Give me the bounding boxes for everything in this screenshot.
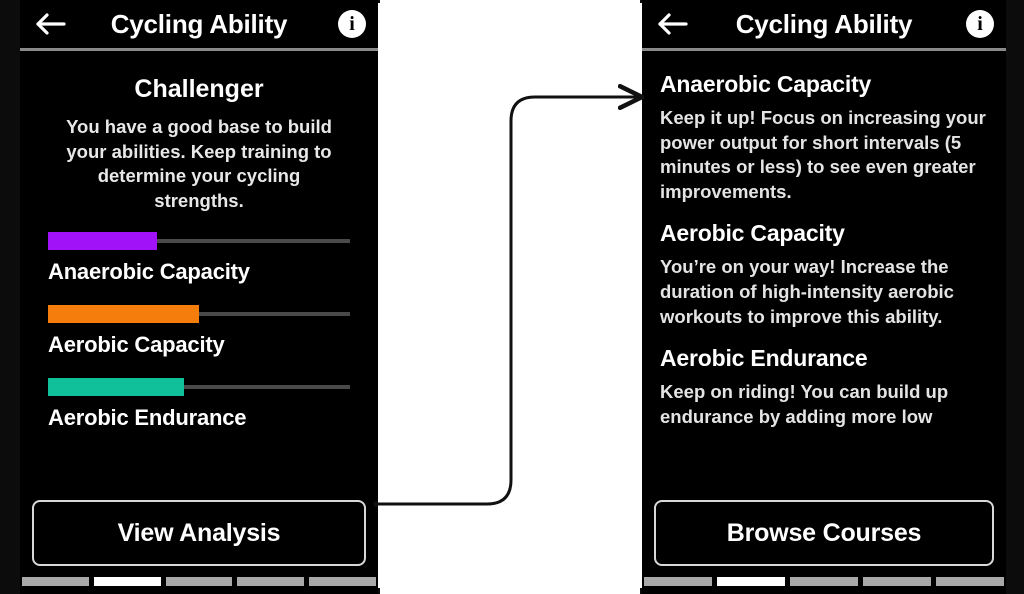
left-screen-content: Challenger You have a good base to build…	[20, 75, 378, 431]
metric-bar-fill	[48, 305, 199, 324]
page-dot[interactable]	[644, 577, 712, 586]
metric-label: Aerobic Endurance	[48, 405, 247, 431]
browse-courses-button[interactable]: Browse Courses	[654, 500, 994, 566]
left-header-bar: Cycling Ability i	[20, 0, 378, 48]
metric-anaerobic-capacity: Anaerobic Capacity	[48, 232, 350, 285]
section-body-anaerobic-capacity: Keep it up! Focus on increasing your pow…	[660, 107, 986, 202]
right-header-title: Cycling Ability	[735, 9, 913, 39]
metric-label: Aerobic Capacity	[48, 332, 225, 358]
page-dot[interactable]	[717, 577, 785, 586]
right-phone-screen: Cycling Ability i Anaerobic Capacity Kee…	[642, 0, 1006, 594]
section-heading-aerobic-endurance: Aerobic Endurance	[660, 345, 868, 372]
ability-level-title: Challenger	[134, 75, 264, 103]
section-body-aerobic-endurance: Keep on riding! You can build up enduran…	[660, 381, 949, 427]
metric-aerobic-capacity: Aerobic Capacity	[48, 305, 350, 358]
left-phone-screen: Cycling Ability i Challenger You have a …	[20, 0, 378, 594]
info-circle-icon[interactable]: i	[966, 10, 994, 38]
screenshot-canvas: Cycling Ability i Challenger You have a …	[0, 0, 1024, 594]
metrics-list: Anaerobic Capacity Aerobic Capacity Aero…	[30, 232, 368, 431]
right-header-bar: Cycling Ability i	[642, 0, 1006, 48]
frame-band-right	[1006, 0, 1024, 594]
metric-bar-track	[48, 232, 350, 251]
section-heading-anaerobic-capacity: Anaerobic Capacity	[660, 71, 872, 97]
back-arrow-icon[interactable]	[34, 9, 68, 39]
metric-bar-fill	[48, 378, 184, 397]
info-circle-icon[interactable]: i	[338, 10, 366, 38]
page-dot[interactable]	[93, 577, 161, 586]
left-page-indicator[interactable]	[20, 577, 378, 586]
section-body-aerobic-capacity: You’re on your way! Increase the duratio…	[660, 256, 954, 327]
page-dot[interactable]	[863, 577, 931, 586]
back-arrow-icon[interactable]	[656, 9, 690, 39]
metric-bar-track	[48, 378, 350, 397]
left-header-title: Cycling Ability	[110, 9, 288, 39]
section-heading-aerobic-capacity: Aerobic Capacity	[660, 220, 845, 247]
page-dot[interactable]	[309, 577, 376, 586]
right-page-indicator[interactable]	[642, 577, 1006, 586]
metric-bar-fill	[48, 232, 157, 251]
page-dot[interactable]	[22, 577, 89, 586]
view-analysis-button[interactable]: View Analysis	[32, 500, 366, 566]
metric-aerobic-endurance: Aerobic Endurance	[48, 378, 350, 431]
page-dot[interactable]	[936, 577, 1004, 586]
page-dot[interactable]	[237, 577, 305, 586]
metric-label: Anaerobic Capacity	[48, 259, 250, 285]
left-header-divider	[20, 48, 378, 51]
right-cta-container: Browse Courses	[642, 500, 1006, 566]
frame-band-left	[0, 0, 20, 594]
left-cta-container: View Analysis	[20, 500, 378, 566]
right-screen-content: Anaerobic Capacity Keep it up! Focus on …	[642, 51, 1006, 429]
page-dot[interactable]	[165, 577, 233, 586]
ability-level-description: You have a good base to build your abili…	[66, 116, 332, 211]
page-dot[interactable]	[790, 577, 858, 586]
flow-arrow-path	[374, 97, 641, 506]
metric-bar-track	[48, 305, 350, 324]
